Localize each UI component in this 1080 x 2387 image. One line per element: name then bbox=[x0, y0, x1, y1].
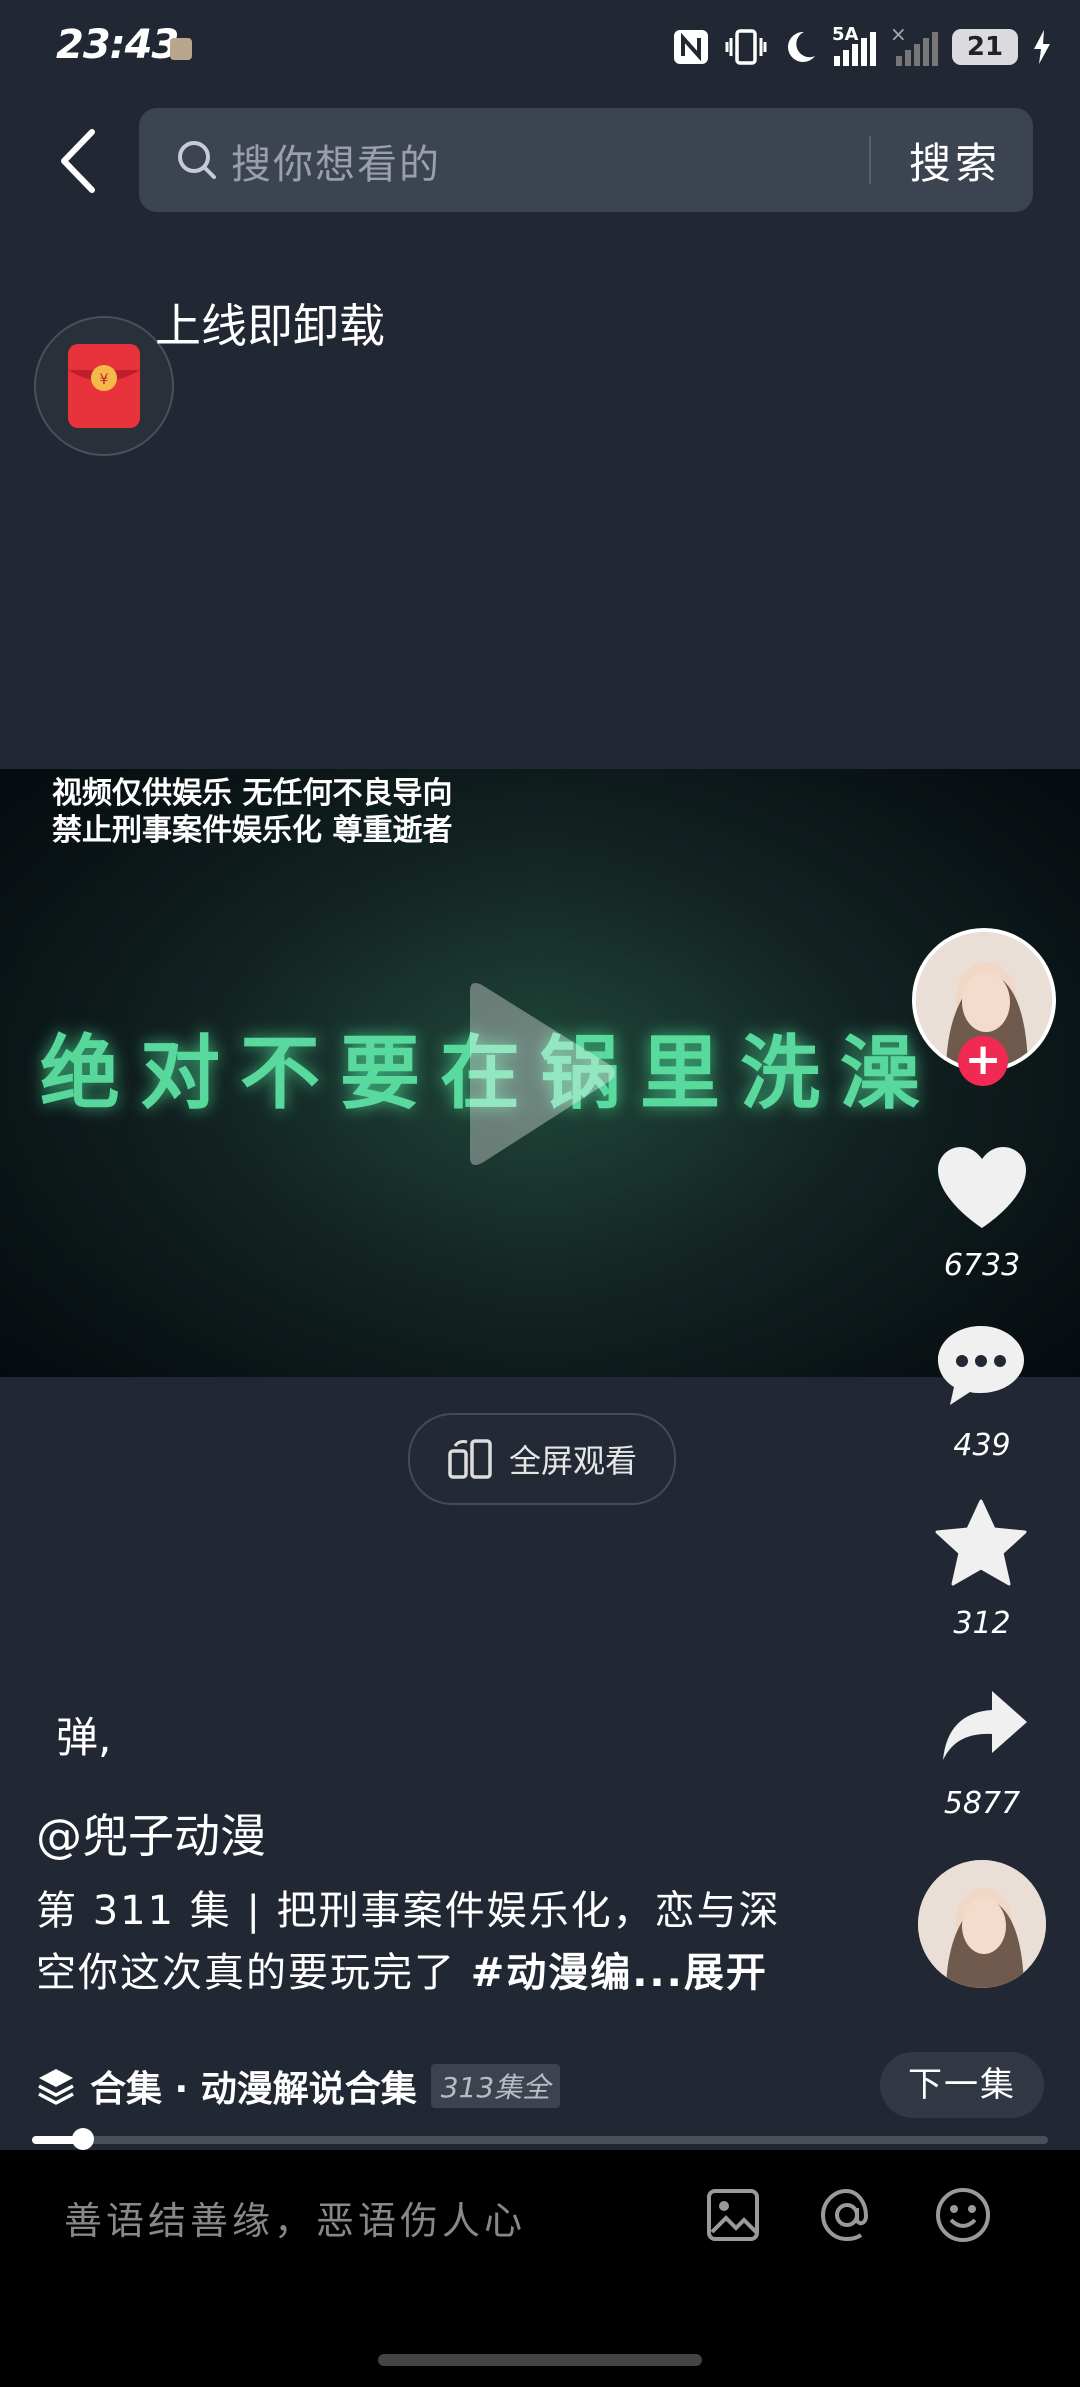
collection-label: 合集 · 动漫解说合集 bbox=[90, 2069, 417, 2110]
emoji-icon[interactable] bbox=[934, 2186, 992, 2244]
like-heart-icon[interactable] bbox=[934, 1144, 1030, 1232]
red-packet-widget[interactable]: ¥ bbox=[34, 316, 174, 456]
video-description[interactable]: 第 311 集 | 把刑事案件娱乐化，恋与深 空你这次真的要玩完了 #动漫编..… bbox=[36, 1880, 836, 2004]
favorite-star-icon[interactable] bbox=[934, 1498, 1028, 1588]
vibrate-icon bbox=[725, 29, 767, 65]
status-icons: 5A × 21 bbox=[672, 22, 1052, 66]
author-name[interactable]: @兜子动漫 bbox=[36, 1800, 266, 1866]
video-player[interactable]: 视频仅供娱乐 无任何不良导向 禁止刑事案件娱乐化 尊重逝者 绝对不要在锅里洗澡 bbox=[0, 769, 1080, 1377]
comment-bubble-icon[interactable] bbox=[934, 1322, 1028, 1412]
collection-bar[interactable]: 合集 · 动漫解说合集 313集全 bbox=[36, 2060, 561, 2112]
mention-at-icon[interactable] bbox=[818, 2186, 876, 2244]
home-indicator[interactable] bbox=[378, 2354, 702, 2366]
mobile-signal-2-icon: × bbox=[890, 22, 938, 66]
danmu-label: 弹 bbox=[56, 1713, 99, 1762]
mobile-signal-icon: 5A bbox=[832, 24, 876, 66]
music-disc-image bbox=[918, 1860, 1046, 1988]
battery-level: 21 bbox=[952, 29, 1018, 65]
red-envelope-icon: ¥ bbox=[68, 344, 140, 428]
search-bar[interactable]: 搜你想看的 搜索 bbox=[139, 108, 1033, 212]
episode-count-badge: 313集全 bbox=[430, 2064, 561, 2108]
next-episode-button[interactable]: 下一集 bbox=[880, 2052, 1044, 2118]
search-placeholder[interactable]: 搜你想看的 bbox=[231, 132, 441, 190]
image-icon[interactable] bbox=[706, 2188, 760, 2242]
share-count: 5877 bbox=[943, 1786, 1021, 1821]
progress-handle[interactable] bbox=[72, 2128, 94, 2150]
back-arrow-icon[interactable] bbox=[52, 126, 112, 196]
search-button[interactable]: 搜索 bbox=[909, 130, 1001, 191]
comment-count: 439 bbox=[953, 1428, 1011, 1463]
layers-icon bbox=[38, 2069, 74, 2105]
fullscreen-button[interactable]: 全屏观看 bbox=[408, 1413, 676, 1505]
hashtag-expand-link[interactable]: #动漫编...展开 bbox=[471, 1950, 768, 1996]
description-line-1: 第 311 集 | 把刑事案件娱乐化，恋与深 bbox=[36, 1888, 781, 1934]
music-disc-avatar[interactable] bbox=[918, 1860, 1046, 1988]
description-line-2-text: 空你这次真的要玩完了 bbox=[36, 1950, 456, 1996]
network-type-label: 5A bbox=[832, 24, 859, 45]
charging-bolt-icon bbox=[1034, 30, 1050, 64]
play-icon[interactable] bbox=[460, 979, 620, 1169]
favorite-count: 312 bbox=[953, 1606, 1011, 1641]
status-time: 23:43 bbox=[56, 22, 179, 68]
video-notice-line-2: 禁止刑事案件娱乐化 尊重逝者 bbox=[52, 813, 453, 848]
follow-plus-button[interactable]: + bbox=[958, 1036, 1008, 1086]
svg-text:¥: ¥ bbox=[100, 372, 109, 388]
video-notice: 视频仅供娱乐 无任何不良导向 禁止刑事案件娱乐化 尊重逝者 bbox=[52, 775, 452, 849]
description-line-2: 空你这次真的要玩完了 #动漫编...展开 bbox=[36, 1942, 836, 2004]
fullscreen-label: 全屏观看 bbox=[508, 1442, 637, 1480]
video-notice-line-1: 视频仅供娱乐 无任何不良导向 bbox=[52, 776, 453, 811]
do-not-disturb-moon-icon bbox=[788, 31, 815, 62]
notification-icon bbox=[170, 38, 192, 60]
search-icon bbox=[178, 141, 216, 179]
comment-bar bbox=[0, 2150, 1080, 2387]
rotate-screen-icon bbox=[448, 1439, 492, 1479]
nfc-icon bbox=[674, 30, 708, 64]
share-arrow-icon[interactable] bbox=[940, 1688, 1030, 1764]
progress-track[interactable] bbox=[32, 2136, 1048, 2144]
search-divider bbox=[869, 136, 871, 184]
promo-title: 上线即卸载 bbox=[155, 299, 385, 353]
comment-input[interactable]: 善语结善缘，恶语伤人心 bbox=[64, 2190, 526, 2245]
danmu-toggle[interactable]: 弹, bbox=[56, 1704, 111, 1765]
like-count: 6733 bbox=[943, 1248, 1021, 1283]
